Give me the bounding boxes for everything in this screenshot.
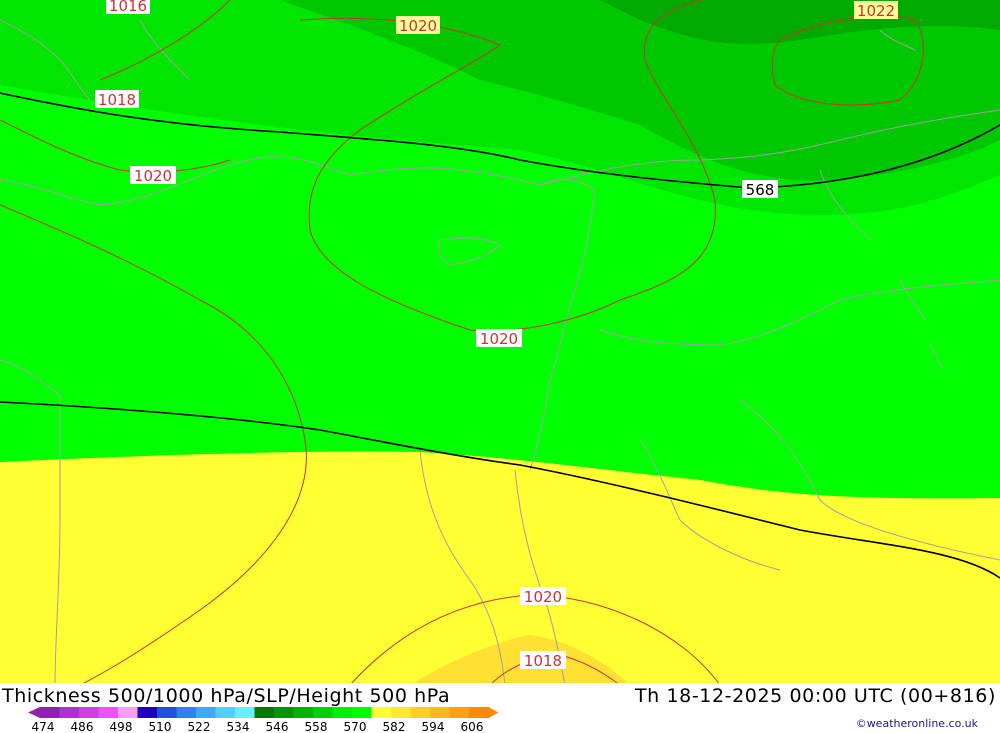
scale-swatch bbox=[313, 707, 333, 718]
scale-tick-label: 486 bbox=[71, 720, 94, 733]
weather-map: 1016 1020 1022 1018 1020 1020 1020 1018 … bbox=[0, 0, 1000, 685]
isobar-label-text: 1020 bbox=[134, 167, 172, 185]
scale-swatch bbox=[449, 707, 470, 718]
scale-swatch bbox=[235, 707, 255, 718]
scale-swatch bbox=[430, 707, 450, 718]
isobar-label: 1018 bbox=[520, 651, 566, 670]
scale-swatch bbox=[98, 707, 119, 718]
scale-swatch bbox=[410, 707, 431, 718]
scale-tick-label: 594 bbox=[422, 720, 445, 733]
isobar-label-text: 1016 bbox=[109, 0, 147, 15]
scale-tick-label: 474 bbox=[32, 720, 55, 733]
scale-swatch bbox=[215, 707, 236, 718]
isobar-label: 1018 bbox=[95, 90, 139, 109]
scale-tick-label: 558 bbox=[305, 720, 328, 733]
scale-swatch bbox=[79, 707, 99, 718]
footer: Thickness 500/1000 hPa/SLP/Height 500 hP… bbox=[0, 683, 1000, 733]
product-title: Thickness 500/1000 hPa/SLP/Height 500 hP… bbox=[2, 685, 451, 707]
scale-swatch bbox=[254, 707, 275, 718]
scale-swatch bbox=[118, 707, 138, 718]
isobar-label: 1020 bbox=[130, 166, 176, 185]
isobar-label-text: 1018 bbox=[524, 652, 562, 670]
scale-swatch bbox=[391, 707, 411, 718]
scale-tick-label: 570 bbox=[344, 720, 367, 733]
scale-swatch bbox=[274, 707, 294, 718]
scale-tick-label: 510 bbox=[149, 720, 172, 733]
scale-swatch bbox=[137, 707, 158, 718]
isobar-label: 1020 bbox=[476, 329, 522, 348]
scale-arrow-left bbox=[28, 707, 40, 718]
scale-swatch bbox=[157, 707, 177, 718]
scale-tick-label: 522 bbox=[188, 720, 211, 733]
isobar-label: 1020 bbox=[396, 16, 440, 35]
scale-tick-label: 606 bbox=[461, 720, 484, 733]
scale-swatch bbox=[176, 707, 197, 718]
scale-tick-label: 582 bbox=[383, 720, 406, 733]
scale-tick-label: 546 bbox=[266, 720, 289, 733]
isobar-label-text: 1018 bbox=[98, 91, 136, 109]
scale-tick-label: 534 bbox=[227, 720, 250, 733]
height-label: 568 bbox=[742, 180, 778, 199]
valid-datetime: Th 18-12-2025 00:00 UTC (00+816) bbox=[634, 685, 996, 707]
scale-swatch bbox=[332, 707, 353, 718]
scale-tick-label: 498 bbox=[110, 720, 133, 733]
scale-swatch bbox=[371, 707, 392, 718]
isobar-label: 1022 bbox=[854, 1, 898, 20]
scale-swatch bbox=[469, 707, 489, 718]
color-scale: 474 486 498 510 522 534 546 558 570 582 594 606 bbox=[28, 707, 499, 733]
isobar-label-text: 1022 bbox=[857, 2, 895, 20]
isobar-label: 1016 bbox=[106, 0, 150, 15]
credit-link[interactable]: ©weatheronline.co.uk bbox=[856, 717, 978, 730]
scale-swatch bbox=[59, 707, 80, 718]
scale-swatch bbox=[352, 707, 372, 718]
scale-swatch bbox=[196, 707, 216, 718]
scale-arrow-right bbox=[488, 707, 499, 718]
isobar-label-text: 1020 bbox=[524, 588, 562, 606]
isobar-label-text: 1020 bbox=[480, 330, 518, 348]
scale-swatch bbox=[293, 707, 314, 718]
scale-swatch bbox=[40, 707, 60, 718]
height-label-text: 568 bbox=[746, 181, 775, 199]
isobar-label: 1020 bbox=[520, 587, 566, 606]
isobar-label-text: 1020 bbox=[399, 17, 437, 35]
